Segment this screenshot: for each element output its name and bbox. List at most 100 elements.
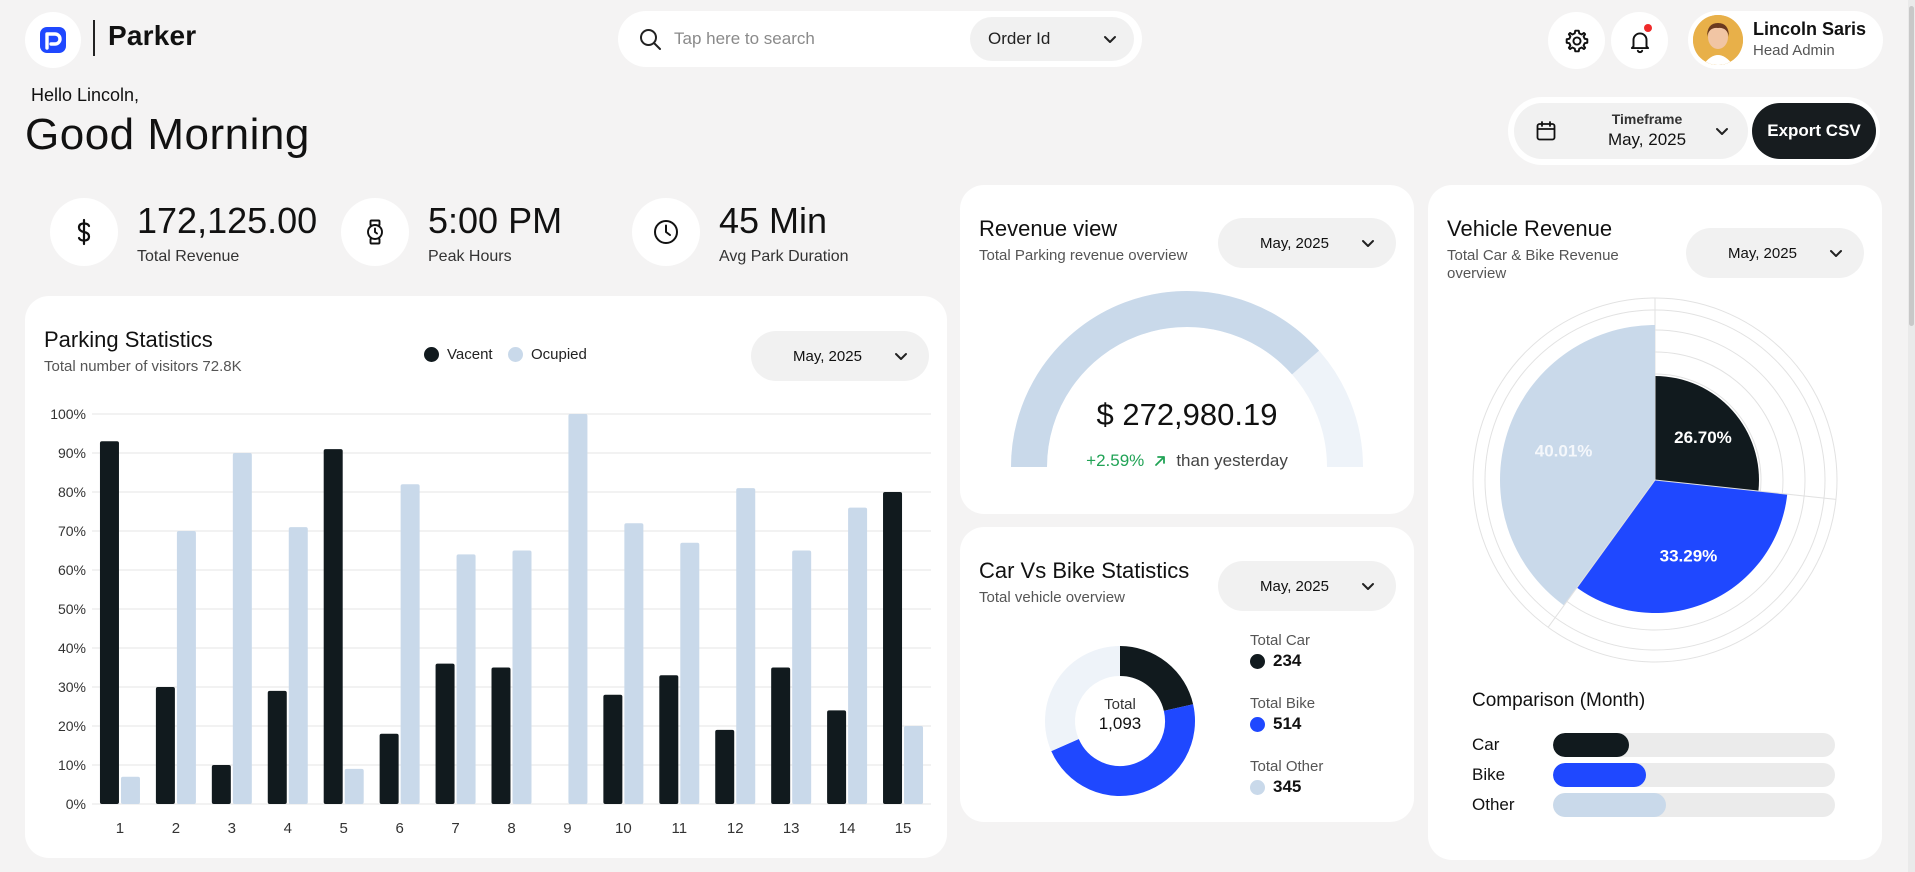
bar-occupied [344, 768, 364, 804]
brand-logo-icon[interactable] [25, 12, 81, 68]
vehicle-period-select[interactable]: May, 2025 [1686, 228, 1864, 278]
stat-value: 5:00 PM [428, 200, 563, 241]
legend-other-value: 345 [1250, 777, 1301, 797]
y-tick-label: 30% [58, 679, 86, 695]
legend-bike-value: 514 [1250, 714, 1301, 734]
page-title: Good Morning [25, 110, 310, 159]
x-tick-label: 5 [340, 820, 348, 837]
search-bar: Order Id [618, 11, 1142, 67]
calendar-icon [1536, 121, 1556, 141]
y-tick-label: 90% [58, 445, 86, 461]
stat-value: 172,125.00 [137, 200, 318, 241]
notification-dot [1644, 24, 1652, 32]
timeframe-select[interactable]: Timeframe May, 2025 [1514, 103, 1748, 159]
user-role: Head Admin [1753, 42, 1835, 59]
timeframe-value: May, 2025 [1607, 130, 1687, 149]
carbike-title: Car Vs Bike Statistics [979, 558, 1190, 583]
period-label: May, 2025 [1260, 577, 1329, 595]
y-tick-label: 20% [58, 718, 86, 734]
arrow-up-right-icon [1155, 456, 1166, 466]
x-tick-label: 1 [116, 820, 124, 837]
car-vs-bike-card: Car Vs Bike Statistics Total vehicle ove… [960, 527, 1414, 822]
carbike-period-select[interactable]: May, 2025 [1218, 561, 1396, 611]
x-tick-label: 12 [727, 820, 744, 837]
bar-vacant [99, 441, 119, 804]
bar-vacant [659, 675, 679, 804]
export-csv-button[interactable]: Export CSV [1752, 103, 1876, 159]
search-filter-select[interactable]: Order Id [970, 17, 1134, 61]
polar-slice-label: 33.29% [1660, 546, 1718, 565]
y-tick-label: 60% [58, 562, 86, 578]
comparison-track [1553, 733, 1835, 757]
vehicle-subtitle: Total Car & Bike Revenue overview [1447, 247, 1619, 282]
bar-vacant [379, 733, 399, 804]
search-input[interactable] [674, 26, 974, 52]
settings-button[interactable] [1548, 12, 1605, 69]
bar-occupied [848, 507, 868, 804]
legend-swatch-car [1250, 653, 1265, 669]
bar-occupied [680, 542, 700, 804]
bar-occupied [120, 776, 140, 804]
bar-vacant [491, 667, 511, 804]
chevron-down-icon [1830, 250, 1842, 257]
comparison-bar-bike [1553, 763, 1647, 787]
x-tick-label: 6 [395, 820, 403, 837]
dollar-icon [50, 198, 118, 266]
notifications-button[interactable] [1611, 12, 1668, 69]
user-profile[interactable]: Lincoln Saris Head Admin [1688, 11, 1883, 69]
x-tick-label: 10 [615, 820, 632, 837]
stat-label: Avg Park Duration [719, 248, 849, 265]
bar-occupied [456, 554, 476, 804]
revenue-change-row: +2.59% than yesterday [960, 451, 1414, 471]
legend-other-label: Total Other [1250, 758, 1324, 775]
legend-swatch-other [1250, 779, 1265, 795]
x-tick-label: 9 [563, 820, 571, 837]
timeframe-toolbar: Timeframe May, 2025 Export CSV [1508, 97, 1880, 165]
search-icon [640, 29, 661, 50]
chevron-down-icon [1362, 583, 1374, 590]
y-tick-label: 100% [50, 406, 86, 422]
vehicle-revenue-card: Vehicle Revenue Total Car & Bike Revenue… [1428, 185, 1882, 860]
legend-value: 345 [1273, 777, 1302, 796]
x-tick-label: 4 [284, 820, 292, 837]
donut-center-value: 1,093 [1098, 714, 1142, 733]
bar-vacant [435, 663, 455, 804]
y-tick-label: 40% [58, 640, 86, 656]
y-tick-label: 50% [58, 601, 86, 617]
bar-occupied [232, 453, 252, 804]
y-tick-label: 80% [58, 484, 86, 500]
comparison-row-bike: Bike [1472, 762, 1852, 788]
comparison-label: Bike [1472, 765, 1506, 784]
legend-car-label: Total Car [1250, 632, 1311, 649]
bar-vacant [827, 710, 847, 804]
stat-label: Peak Hours [428, 248, 512, 265]
stat-label: Total Revenue [137, 248, 240, 265]
bar-occupied [288, 527, 308, 804]
bar-occupied [512, 550, 532, 804]
carbike-subtitle: Total vehicle overview [979, 589, 1125, 606]
polar-slice-label: 40.01% [1535, 441, 1593, 460]
legend-bike-label: Total Bike [1250, 695, 1316, 712]
comparison-track [1553, 763, 1835, 787]
user-name: Lincoln Saris [1753, 19, 1867, 39]
revenue-amount: $ 272,980.19 [1096, 397, 1278, 432]
bar-occupied [624, 523, 644, 804]
page-scrollbar-thumb[interactable] [1909, 6, 1914, 326]
revenue-view-card: Revenue view Total Parking revenue overv… [960, 185, 1414, 514]
vehicle-revenue-polar-chart: 26.70% 33.29% 40.01% [1472, 297, 1838, 663]
bar-vacant [267, 690, 287, 804]
comparison-row-car: Car [1472, 732, 1852, 758]
x-tick-label: 13 [783, 820, 800, 837]
bar-occupied [736, 488, 756, 804]
comparison-title: Comparison (Month) [1472, 690, 1646, 711]
stat-value: 45 Min [719, 200, 828, 241]
gear-icon [1565, 29, 1588, 52]
chevron-down-icon [1716, 128, 1728, 135]
revenue-change: +2.59% [1086, 451, 1145, 470]
y-tick-label: 70% [58, 523, 86, 539]
bar-occupied [176, 531, 196, 804]
comparison-track [1553, 793, 1835, 817]
legend-car-value: 234 [1250, 651, 1301, 671]
gauge-fill [1011, 291, 1320, 468]
timeframe-label: Timeframe [1611, 111, 1683, 127]
